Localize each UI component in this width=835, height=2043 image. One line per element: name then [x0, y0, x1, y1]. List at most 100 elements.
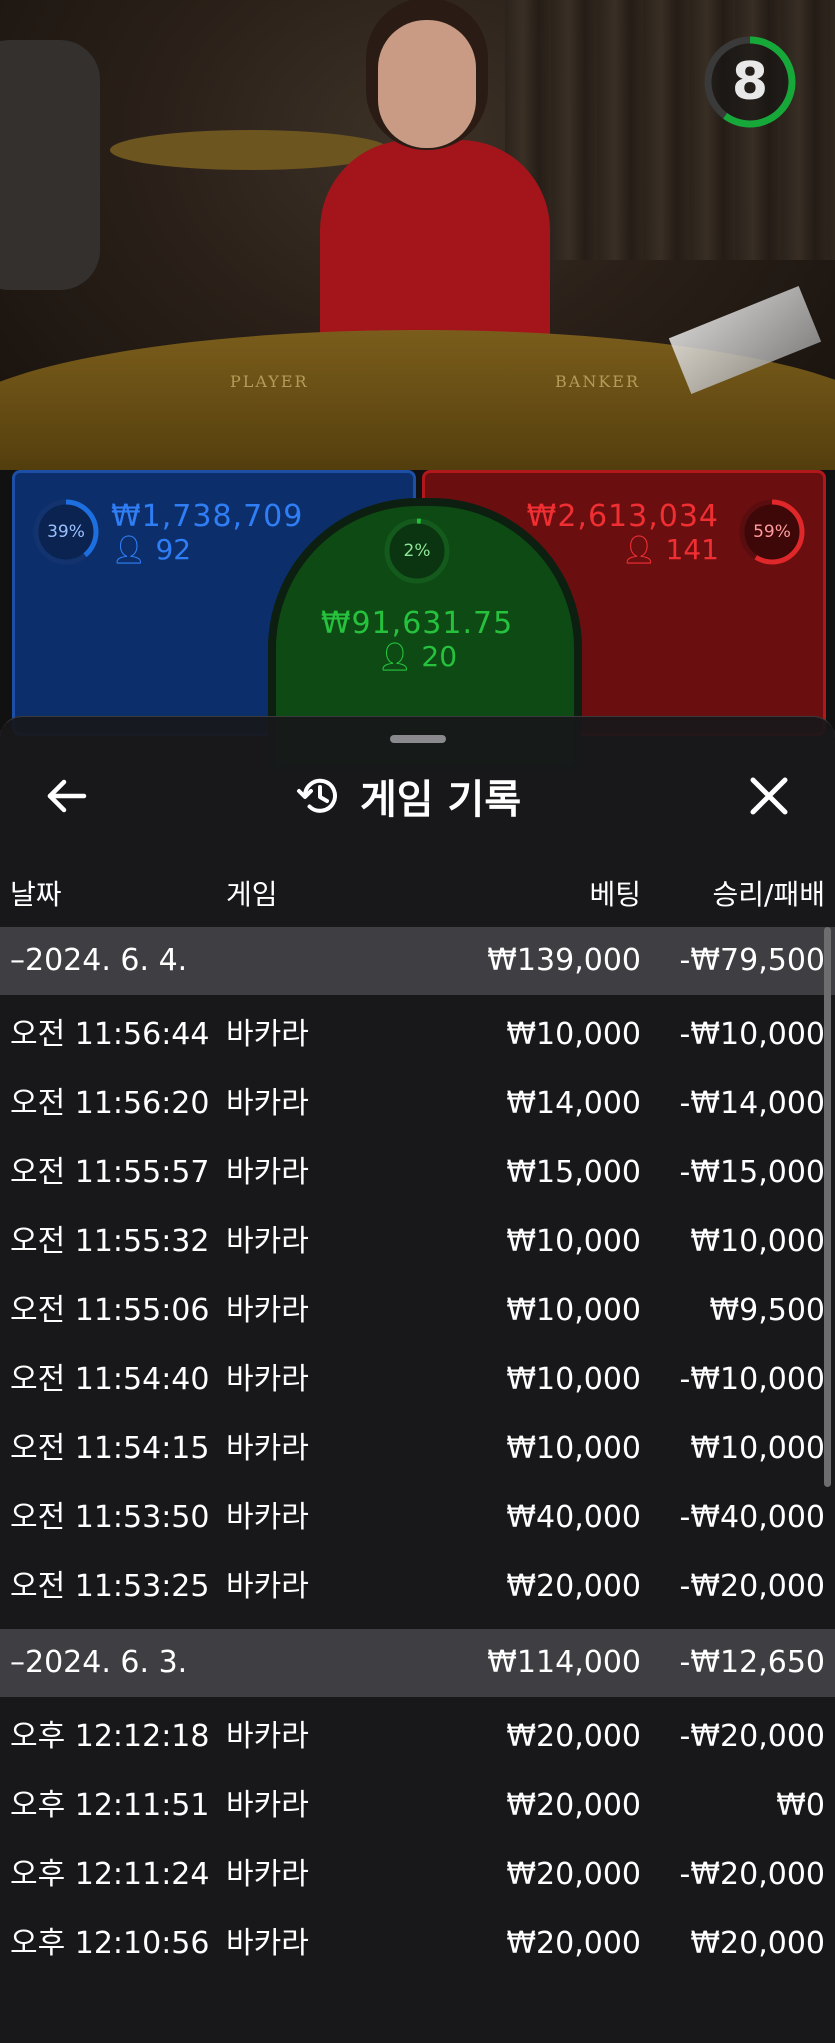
banker-percent: 59%	[753, 522, 791, 542]
close-icon	[750, 777, 788, 815]
player-bettor-count: 👤︎ 92	[111, 533, 191, 566]
row-result: ₩20,000	[690, 1926, 825, 1961]
history-row[interactable]: 오전 11:55:06 바카라 ₩10,000 ₩9,500	[0, 1278, 835, 1344]
row-time: 오전 11:54:40	[10, 1362, 210, 1397]
date-group-header[interactable]: –2024. 6. 3. ₩114,000 -₩12,650	[0, 1629, 835, 1697]
history-row[interactable]: 오전 11:55:32 바카라 ₩10,000 ₩10,000	[0, 1209, 835, 1275]
row-game: 바카라	[226, 1569, 309, 1604]
row-time: 오후 12:11:51	[10, 1788, 210, 1823]
row-bet: ₩10,000	[506, 1431, 641, 1466]
tie-percent: 2%	[403, 541, 431, 561]
user-icon: 👤︎	[376, 640, 413, 673]
player-bet-amount: ₩1,738,709	[111, 499, 304, 534]
bet-summary-panel: 39% ₩1,738,709 👤︎ 92 59% ₩2,613,034 👤︎ 1…	[0, 470, 835, 774]
banker-bet-amount: ₩2,613,034	[526, 499, 719, 534]
history-row[interactable]: 오후 12:10:56 바카라 ₩20,000 ₩20,000	[0, 1911, 835, 1977]
group-bet-total: ₩114,000	[487, 1645, 641, 1680]
row-result: -₩40,000	[679, 1500, 825, 1535]
history-row[interactable]: 오전 11:53:50 바카라 ₩40,000 -₩40,000	[0, 1485, 835, 1551]
history-icon	[297, 778, 337, 813]
history-row[interactable]: 오후 12:12:18 바카라 ₩20,000 -₩20,000	[0, 1704, 835, 1770]
group-date: –2024. 6. 3.	[10, 1645, 188, 1680]
row-game: 바카라	[226, 1857, 309, 1892]
row-time: 오전 11:55:57	[10, 1155, 210, 1190]
second-dealer	[0, 40, 100, 290]
row-result: -₩14,000	[679, 1086, 825, 1121]
row-bet: ₩10,000	[506, 1224, 641, 1259]
arrow-left-icon	[47, 779, 87, 813]
row-game: 바카라	[226, 1362, 309, 1397]
row-result: ₩10,000	[690, 1431, 825, 1466]
row-result: -₩10,000	[679, 1362, 825, 1397]
timer-value: 8	[731, 52, 769, 112]
close-button[interactable]	[742, 769, 796, 823]
row-result: -₩15,000	[679, 1155, 825, 1190]
row-result: ₩0	[776, 1788, 825, 1823]
column-header-game: 게임	[226, 878, 278, 911]
row-game: 바카라	[226, 1788, 309, 1823]
column-header-date: 날짜	[10, 878, 62, 911]
banker-count-value: 141	[665, 533, 719, 566]
row-time: 오전 11:55:32	[10, 1224, 210, 1259]
history-row[interactable]: 오전 11:54:15 바카라 ₩10,000 ₩10,000	[0, 1416, 835, 1482]
row-time: 오전 11:55:06	[10, 1293, 210, 1328]
row-game: 바카라	[226, 1500, 309, 1535]
row-game: 바카라	[226, 1224, 309, 1259]
title-text: 게임 기록	[360, 777, 522, 823]
row-game: 바카라	[226, 1293, 309, 1328]
row-bet: ₩10,000	[506, 1017, 641, 1052]
row-bet: ₩20,000	[506, 1719, 641, 1754]
row-result: -₩20,000	[679, 1719, 825, 1754]
back-button[interactable]	[40, 769, 94, 823]
row-game: 바카라	[226, 1155, 309, 1190]
group-result-total: -₩12,650	[679, 1645, 825, 1680]
history-row[interactable]: 오전 11:56:20 바카라 ₩14,000 -₩14,000	[0, 1071, 835, 1137]
row-result: -₩20,000	[679, 1857, 825, 1892]
live-video: PLAYER BANKER 8	[0, 0, 835, 470]
round-timer: 8	[702, 34, 798, 130]
sheet-drag-handle[interactable]	[390, 735, 446, 743]
banker-bettor-count: 👤︎ 141	[621, 533, 719, 566]
column-header-bet: 베팅	[589, 878, 641, 911]
row-time: 오전 11:54:15	[10, 1431, 210, 1466]
row-bet: ₩10,000	[506, 1362, 641, 1397]
row-result: ₩9,500	[709, 1293, 825, 1328]
row-result: ₩10,000	[690, 1224, 825, 1259]
dealer-head	[378, 20, 476, 148]
row-time: 오전 11:56:20	[10, 1086, 210, 1121]
row-time: 오전 11:53:50	[10, 1500, 210, 1535]
row-game: 바카라	[226, 1431, 309, 1466]
row-time: 오전 11:53:25	[10, 1569, 210, 1604]
history-row[interactable]: 오전 11:56:44 바카라 ₩10,000 -₩10,000	[0, 1002, 835, 1068]
history-row[interactable]: 오전 11:55:57 바카라 ₩15,000 -₩15,000	[0, 1140, 835, 1206]
history-row[interactable]: 오전 11:54:40 바카라 ₩10,000 -₩10,000	[0, 1347, 835, 1413]
row-game: 바카라	[226, 1017, 309, 1052]
column-header-result: 승리/패배	[712, 878, 825, 911]
tie-bet-amount: ₩91,631.75	[320, 606, 514, 641]
row-game: 바카라	[226, 1926, 309, 1961]
tie-count-value: 20	[421, 640, 458, 673]
row-bet: ₩15,000	[506, 1155, 641, 1190]
group-result-total: -₩79,500	[679, 943, 825, 978]
history-row[interactable]: 오후 12:11:24 바카라 ₩20,000 -₩20,000	[0, 1842, 835, 1908]
table-banker-text: BANKER	[555, 372, 640, 391]
row-bet: ₩20,000	[506, 1857, 641, 1892]
row-game: 바카라	[226, 1086, 309, 1121]
row-game: 바카라	[226, 1719, 309, 1754]
row-bet: ₩20,000	[506, 1569, 641, 1604]
user-icon: 👤︎	[111, 533, 147, 566]
player-count-value: 92	[155, 533, 192, 566]
game-history-sheet: 게임 기록 날짜 게임 베팅 승리/패배 –2024. 6. 4. ₩139,00…	[0, 716, 835, 2043]
scrollbar[interactable]	[824, 927, 831, 1487]
group-bet-total: ₩139,000	[487, 943, 641, 978]
row-time: 오후 12:12:18	[10, 1719, 210, 1754]
history-row[interactable]: 오전 11:53:25 바카라 ₩20,000 -₩20,000	[0, 1554, 835, 1620]
row-time: 오후 12:10:56	[10, 1926, 210, 1961]
player-percent: 39%	[47, 522, 85, 542]
group-date: –2024. 6. 4.	[10, 943, 188, 978]
row-result: -₩20,000	[679, 1569, 825, 1604]
table-player-text: PLAYER	[230, 372, 309, 391]
date-group-header[interactable]: –2024. 6. 4. ₩139,000 -₩79,500	[0, 927, 835, 995]
row-result: -₩10,000	[679, 1017, 825, 1052]
history-row[interactable]: 오후 12:11:51 바카라 ₩20,000 ₩0	[0, 1773, 835, 1839]
